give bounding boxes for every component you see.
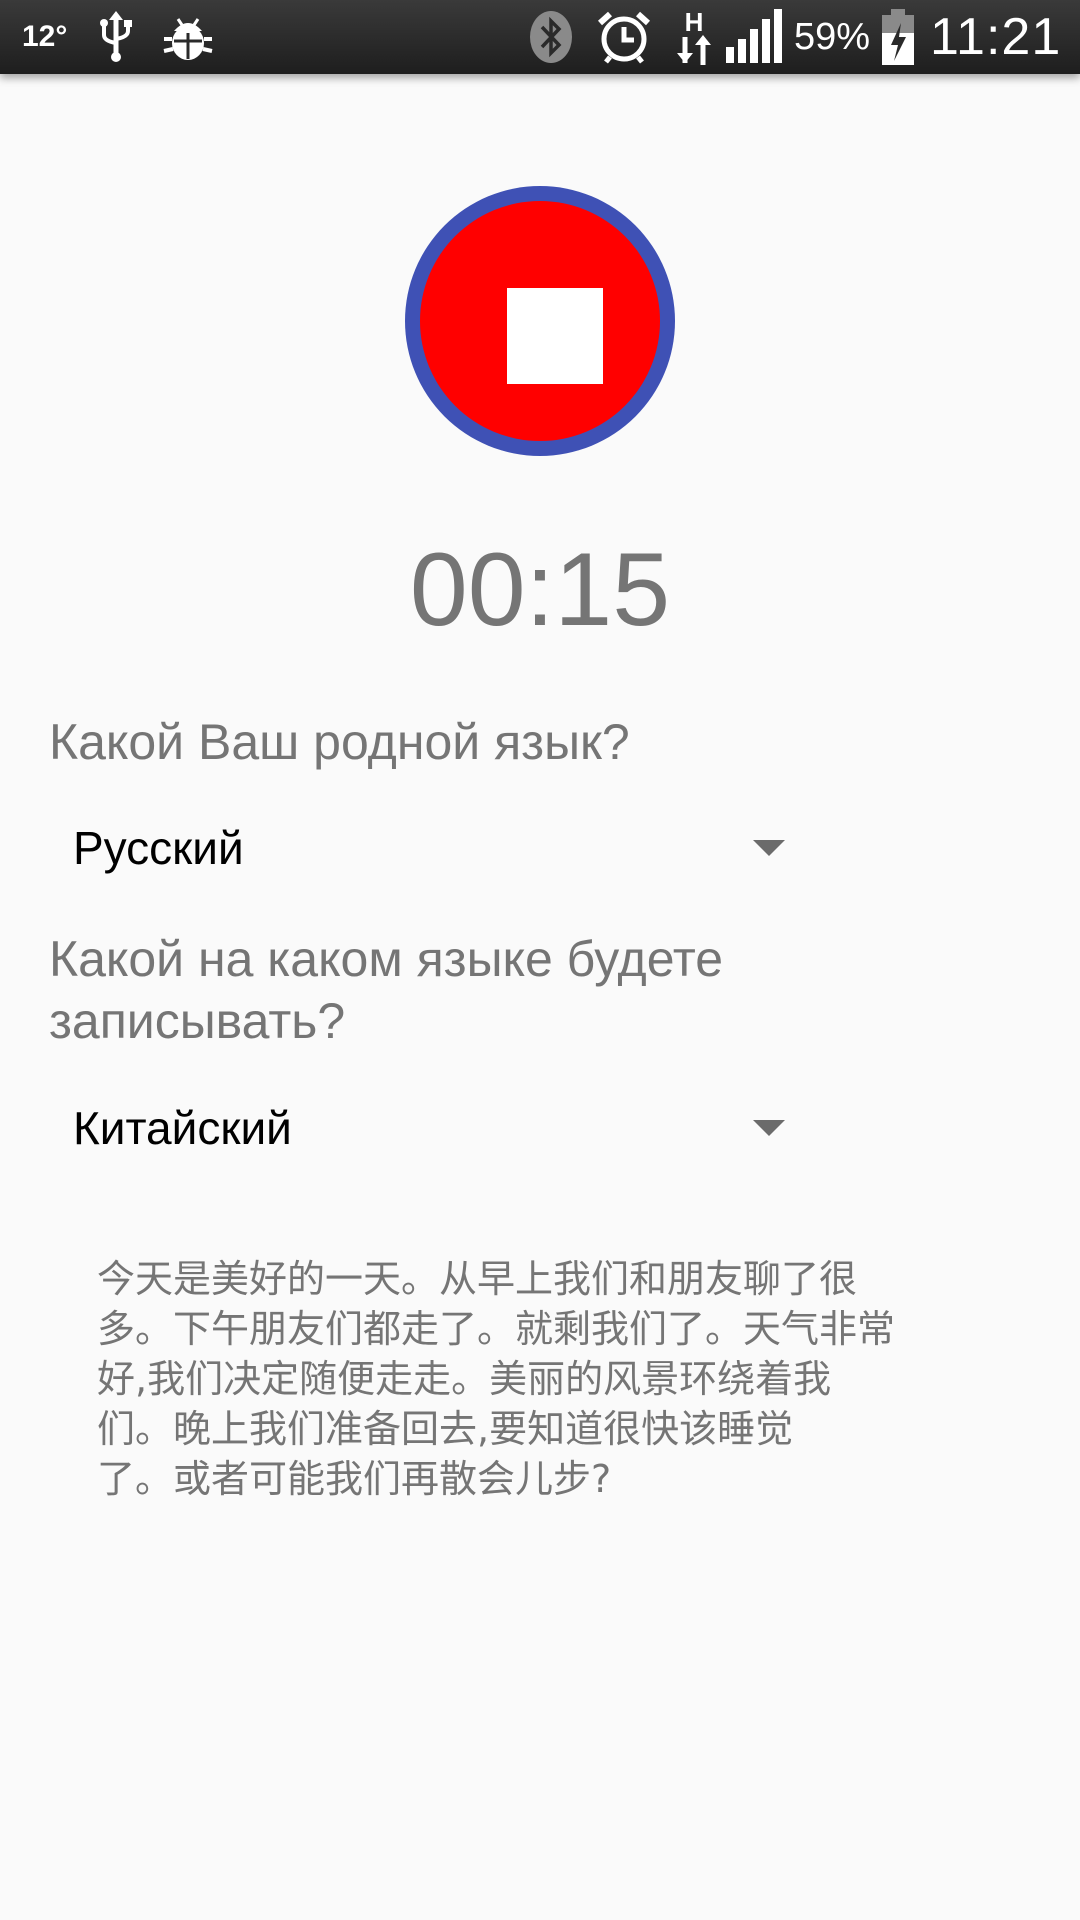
battery-charging-icon: [880, 0, 916, 74]
debug-icon: [162, 0, 214, 74]
passage-line: 多。下午朋友们都走了。就剩我们了。天气非常: [97, 1307, 896, 1351]
battery-percent: 59%: [794, 15, 871, 58]
app-screen: 12° H 59% 11:21 00:15 Какой Ваш родной я…: [0, 0, 1080, 1920]
stop-recording-button[interactable]: [405, 186, 675, 456]
native-language-value: Русский: [73, 822, 244, 874]
record-language-question-line-2: записывать?: [49, 993, 346, 1049]
record-button-fill: [420, 201, 660, 441]
dropdown-arrow-icon: [753, 840, 785, 856]
status-bar: 12° H 59% 11:21: [0, 0, 1080, 74]
bluetooth-icon: [528, 0, 574, 74]
record-language-question: Какой на каком языке будете записывать?: [49, 928, 849, 1052]
usb-icon: [98, 0, 134, 74]
clock: 11:21: [930, 8, 1062, 66]
reading-passage: 今天是美好的一天。从早上我们和朋友聊了很 多。下午朋友们都走了。就剩我们了。天气…: [97, 1254, 987, 1504]
record-language-spinner[interactable]: Китайский: [49, 1080, 799, 1176]
passage-line: 好,我们决定随便走走。美丽的风景环绕着我: [97, 1357, 832, 1401]
passage-line: 了。或者可能我们再散会儿步?: [97, 1457, 612, 1501]
alarm-icon: [596, 0, 652, 74]
passage-line: 们。晚上我们准备回去,要知道很快该睡觉: [97, 1407, 794, 1451]
record-language-value: Китайский: [73, 1102, 292, 1154]
native-language-spinner[interactable]: Русский: [49, 800, 799, 896]
network-type-label: H: [685, 7, 704, 37]
data-transfer-icon: H: [672, 0, 716, 74]
record-language-question-line-1: Какой на каком языке будете: [49, 931, 724, 987]
recording-timer: 00:15: [409, 532, 671, 648]
native-language-question: Какой Ваш родной язык?: [49, 714, 630, 770]
passage-line: 今天是美好的一天。从早上我们和朋友聊了很: [97, 1257, 858, 1301]
signal-icon: [724, 0, 784, 74]
dropdown-arrow-icon: [753, 1120, 785, 1136]
stop-icon: [507, 288, 603, 384]
temperature-indicator: 12°: [22, 20, 68, 53]
